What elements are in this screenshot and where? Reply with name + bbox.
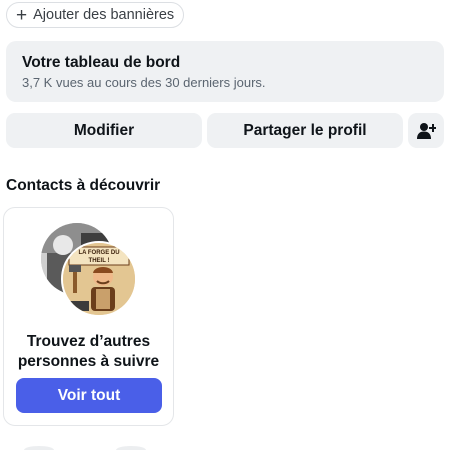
share-profile-button[interactable]: Partager le profil: [207, 113, 403, 148]
suggestion-card: LA FORGE DU THEIL ! Trouvez d’autres per…: [3, 207, 174, 426]
avatar-sign-line1: LA FORGE DU: [78, 250, 119, 256]
edit-profile-button[interactable]: Modifier: [6, 113, 202, 148]
add-person-button[interactable]: [408, 113, 444, 148]
suggestion-text: Trouvez d’autres personnes à suivre: [4, 332, 173, 372]
dashboard-title: Votre tableau de bord: [22, 54, 181, 71]
add-person-icon: [417, 122, 436, 139]
dashboard-subtitle: 3,7 K vues au cours des 30 derniers jour…: [22, 75, 266, 90]
avatar-sign-line2: THEIL !: [89, 258, 110, 264]
next-card-peek: [24, 446, 54, 450]
avatar-stack: LA FORGE DU THEIL !: [41, 223, 137, 319]
suggestion-line-1: Trouvez d’autres: [26, 333, 151, 350]
profile-page: + Ajouter des bannières Votre tableau de…: [0, 0, 450, 450]
plus-icon: +: [16, 4, 28, 26]
next-card-peek: [116, 446, 146, 450]
suggestion-line-2: personnes à suivre: [17, 353, 160, 370]
add-banners-label: Ajouter des bannières: [33, 7, 175, 23]
avatar-front[interactable]: LA FORGE DU THEIL !: [61, 241, 137, 317]
see-all-button[interactable]: Voir tout: [16, 378, 162, 413]
dashboard-card[interactable]: Votre tableau de bord 3,7 K vues au cour…: [6, 41, 444, 102]
add-banners-button[interactable]: + Ajouter des bannières: [6, 2, 184, 28]
contacts-section-title: Contacts à découvrir: [6, 177, 161, 194]
